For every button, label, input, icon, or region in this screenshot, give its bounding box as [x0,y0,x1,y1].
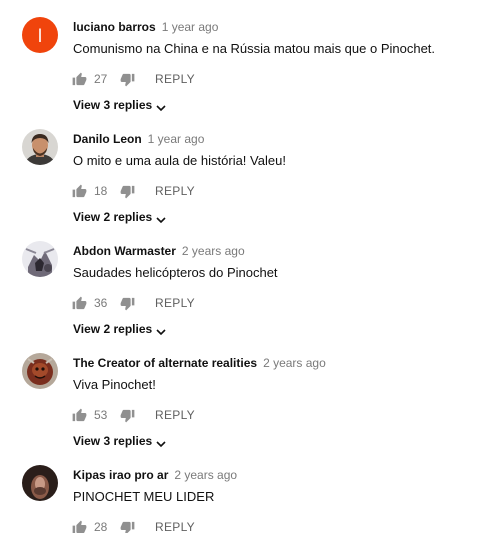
avatar[interactable] [22,241,58,277]
avatar[interactable] [22,129,58,165]
chevron-down-icon [156,436,166,448]
thumbs-up-icon[interactable] [72,408,87,423]
avatar[interactable] [22,465,58,501]
comment-item: l luciano barros 1 year ago Comunismo na … [0,17,480,117]
comment-header: The Creator of alternate realities 2 year… [73,355,326,371]
like-count: 28 [94,520,108,533]
thumbs-down-icon[interactable] [120,408,135,423]
comment-header: Abdon Warmaster 2 years ago [73,243,245,259]
thumbs-down-icon[interactable] [120,520,135,533]
chevron-down-icon [156,212,166,224]
comment-item: The Creator of alternate realities 2 year… [0,353,480,453]
author-name[interactable]: luciano barros [73,20,156,34]
avatar[interactable] [22,353,58,389]
avatar-letter: l [38,26,42,46]
thumbs-up-icon[interactable] [72,184,87,199]
like-count: 53 [94,408,108,422]
view-replies-button[interactable]: View 3 replies [73,432,166,450]
comment-header: Kipas irao pro ar 2 years ago [73,467,237,483]
comment-actions: 27 REPLY [72,70,195,88]
view-replies-label: View 2 replies [73,210,153,224]
reply-button[interactable]: REPLY [155,408,195,422]
comments-section: l luciano barros 1 year ago Comunismo na … [0,0,480,533]
chevron-down-icon [156,100,166,112]
author-name[interactable]: Kipas irao pro ar [73,468,168,482]
view-replies-label: View 3 replies [73,434,153,448]
comment-item: Danilo Leon 1 year ago O mito e uma aula … [0,129,480,229]
comment-text: Comunismo na China e na Rússia matou mai… [73,41,436,56]
view-replies-button[interactable]: View 3 replies [73,96,166,114]
comment-item: Kipas irao pro ar 2 years ago PINOCHET ME… [0,465,480,533]
like-count: 27 [94,72,108,86]
comment-actions: 18 REPLY [72,182,195,200]
like-count: 18 [94,184,108,198]
comment-header: luciano barros 1 year ago [73,19,218,35]
reply-button[interactable]: REPLY [155,520,195,533]
comment-item: Abdon Warmaster 2 years ago Saudades heli… [0,241,480,341]
view-replies-button[interactable]: View 2 replies [73,208,166,226]
reply-button[interactable]: REPLY [155,184,195,198]
reply-button[interactable]: REPLY [155,296,195,310]
thumbs-down-icon[interactable] [120,72,135,87]
comment-actions: 28 REPLY [72,518,195,533]
thumbs-down-icon[interactable] [120,296,135,311]
view-replies-label: View 3 replies [73,98,153,112]
view-replies-label: View 2 replies [73,322,153,336]
reply-button[interactable]: REPLY [155,72,195,86]
author-name[interactable]: The Creator of alternate realities [73,356,257,370]
timestamp[interactable]: 2 years ago [174,468,237,482]
avatar[interactable]: l [22,17,58,53]
comment-text: PINOCHET MEU LIDER [73,489,215,504]
thumbs-up-icon[interactable] [72,520,87,533]
timestamp[interactable]: 1 year ago [162,20,219,34]
comment-actions: 53 REPLY [72,406,195,424]
comment-header: Danilo Leon 1 year ago [73,131,204,147]
comment-text: Viva Pinochet! [73,377,156,392]
timestamp[interactable]: 2 years ago [182,244,245,258]
thumbs-down-icon[interactable] [120,184,135,199]
view-replies-button[interactable]: View 2 replies [73,320,166,338]
comment-text: O mito e uma aula de história! Valeu! [73,153,286,168]
chevron-down-icon [156,324,166,336]
author-name[interactable]: Danilo Leon [73,132,142,146]
timestamp[interactable]: 1 year ago [148,132,205,146]
comment-actions: 36 REPLY [72,294,195,312]
comment-text: Saudades helicópteros do Pinochet [73,265,278,280]
like-count: 36 [94,296,108,310]
author-name[interactable]: Abdon Warmaster [73,244,176,258]
timestamp[interactable]: 2 years ago [263,356,326,370]
thumbs-up-icon[interactable] [72,296,87,311]
thumbs-up-icon[interactable] [72,72,87,87]
